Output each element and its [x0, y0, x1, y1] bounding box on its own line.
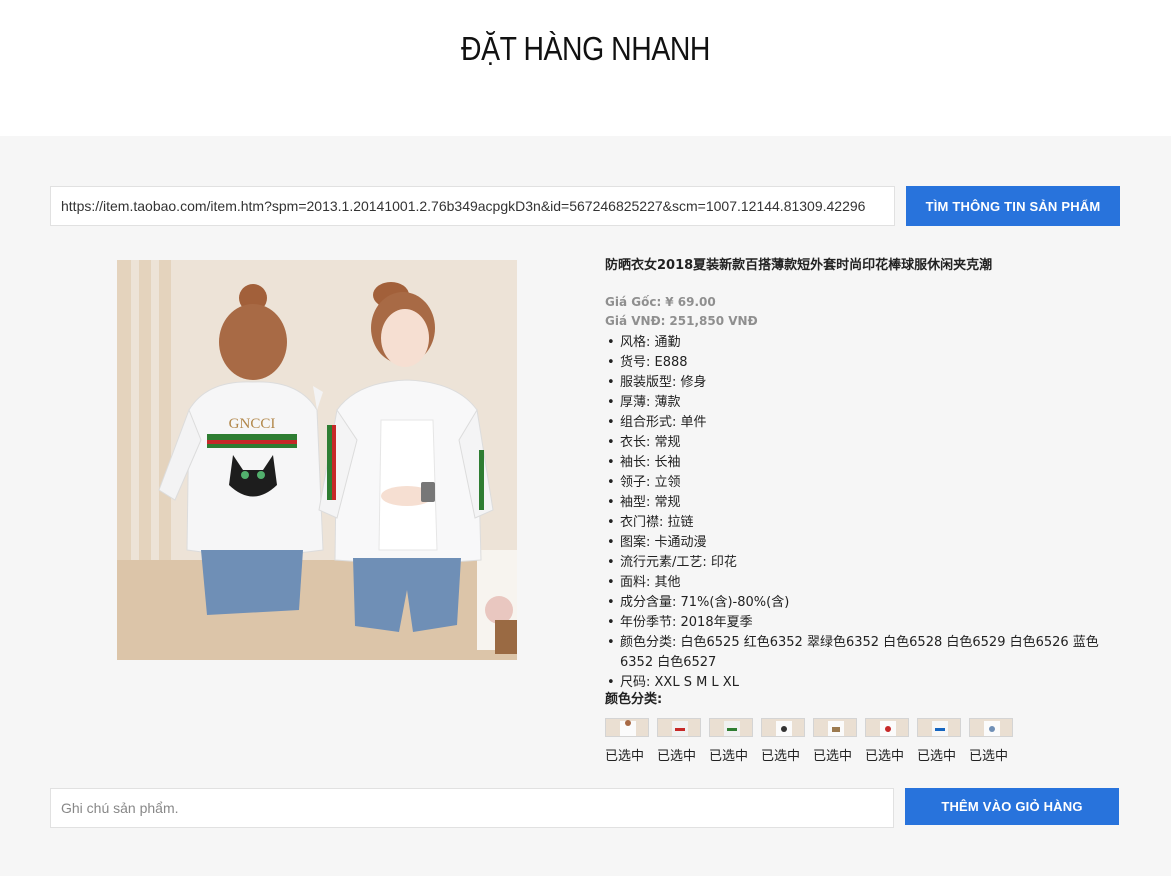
swatch-label: 已选中 [969, 749, 1009, 764]
product-note-input[interactable] [50, 788, 894, 828]
color-swatch[interactable] [813, 718, 857, 737]
attribute-item: 组合形式: 单件 [605, 413, 1125, 433]
attribute-item: 领子: 立领 [605, 473, 1125, 493]
svg-text:GNCCI: GNCCI [229, 416, 276, 432]
color-swatch[interactable] [709, 718, 753, 737]
attribute-item: 流行元素/工艺: 印花 [605, 553, 1125, 573]
attribute-item: 衣门襟: 拉链 [605, 513, 1125, 533]
swatch-label: 已选中 [709, 749, 749, 764]
attribute-item: 服装版型: 修身 [605, 373, 1125, 393]
product-title: 防晒衣女2018夏装新款百搭薄款短外套时尚印花棒球服休闲夹克潮 [605, 258, 993, 273]
page-title: ĐẶT HÀNG NHANH [461, 30, 710, 67]
attribute-item: 面料: 其他 [605, 573, 1125, 593]
attribute-item: 衣长: 常规 [605, 433, 1125, 453]
attribute-item: 图案: 卡通动漫 [605, 533, 1125, 553]
product-image: GNCCI [117, 260, 517, 660]
color-swatch[interactable] [605, 718, 649, 737]
color-swatch[interactable] [761, 718, 805, 737]
attribute-item: 风格: 通勤 [605, 333, 1125, 353]
attribute-list: 风格: 通勤 货号: E888 服装版型: 修身 厚薄: 薄款 组合形式: 单件… [605, 333, 1125, 693]
attribute-item: 袖长: 长袖 [605, 453, 1125, 473]
vnd-price: Giá VNĐ: 251,850 VNĐ [605, 312, 1125, 331]
color-swatch[interactable] [969, 718, 1013, 737]
color-swatch[interactable] [657, 718, 701, 737]
attribute-item: 尺码: XXL S M L XL [605, 673, 1125, 693]
color-options-label: 颜色分类: [605, 692, 663, 707]
product-url-input[interactable] [50, 186, 895, 226]
vnd-price-value: 251,850 VNĐ [669, 314, 758, 328]
swatch-label: 已选中 [813, 749, 853, 764]
vnd-price-label: Giá VNĐ: [605, 314, 666, 328]
attribute-item: 货号: E888 [605, 353, 1125, 373]
color-swatch[interactable] [865, 718, 909, 737]
attribute-item: 厚薄: 薄款 [605, 393, 1125, 413]
swatch-label: 已选中 [917, 749, 957, 764]
color-swatches [605, 718, 1125, 737]
swatch-label: 已选中 [865, 749, 905, 764]
product-details: 防晒衣女2018夏装新款百搭薄款短外套时尚印花棒球服休闲夹克潮 Giá Gốc:… [605, 256, 1125, 764]
attribute-item: 成分含量: 71%(含)-80%(含) [605, 593, 1125, 613]
find-product-button[interactable]: TÌM THÔNG TIN SẢN PHẨM [906, 186, 1120, 226]
attribute-item: 颜色分类: 白色6525 红色6352 翠绿色6352 白色6528 白色652… [605, 633, 1125, 673]
header-band: ĐẶT HÀNG NHANH [0, 0, 1171, 136]
swatch-label: 已选中 [657, 749, 697, 764]
add-to-cart-button[interactable]: THÊM VÀO GIỎ HÀNG [905, 788, 1119, 825]
swatch-label: 已选中 [605, 749, 645, 764]
attribute-item: 袖型: 常规 [605, 493, 1125, 513]
original-price: Giá Gốc: ¥ 69.00 [605, 293, 1125, 312]
color-swatch[interactable] [917, 718, 961, 737]
swatch-labels: 已选中 已选中 已选中 已选中 已选中 已选中 已选中 已选中 [605, 745, 1125, 764]
swatch-label: 已选中 [761, 749, 801, 764]
original-price-label: Giá Gốc: [605, 295, 662, 309]
attribute-item: 年份季节: 2018年夏季 [605, 613, 1125, 633]
original-price-value: ¥ 69.00 [665, 295, 716, 309]
